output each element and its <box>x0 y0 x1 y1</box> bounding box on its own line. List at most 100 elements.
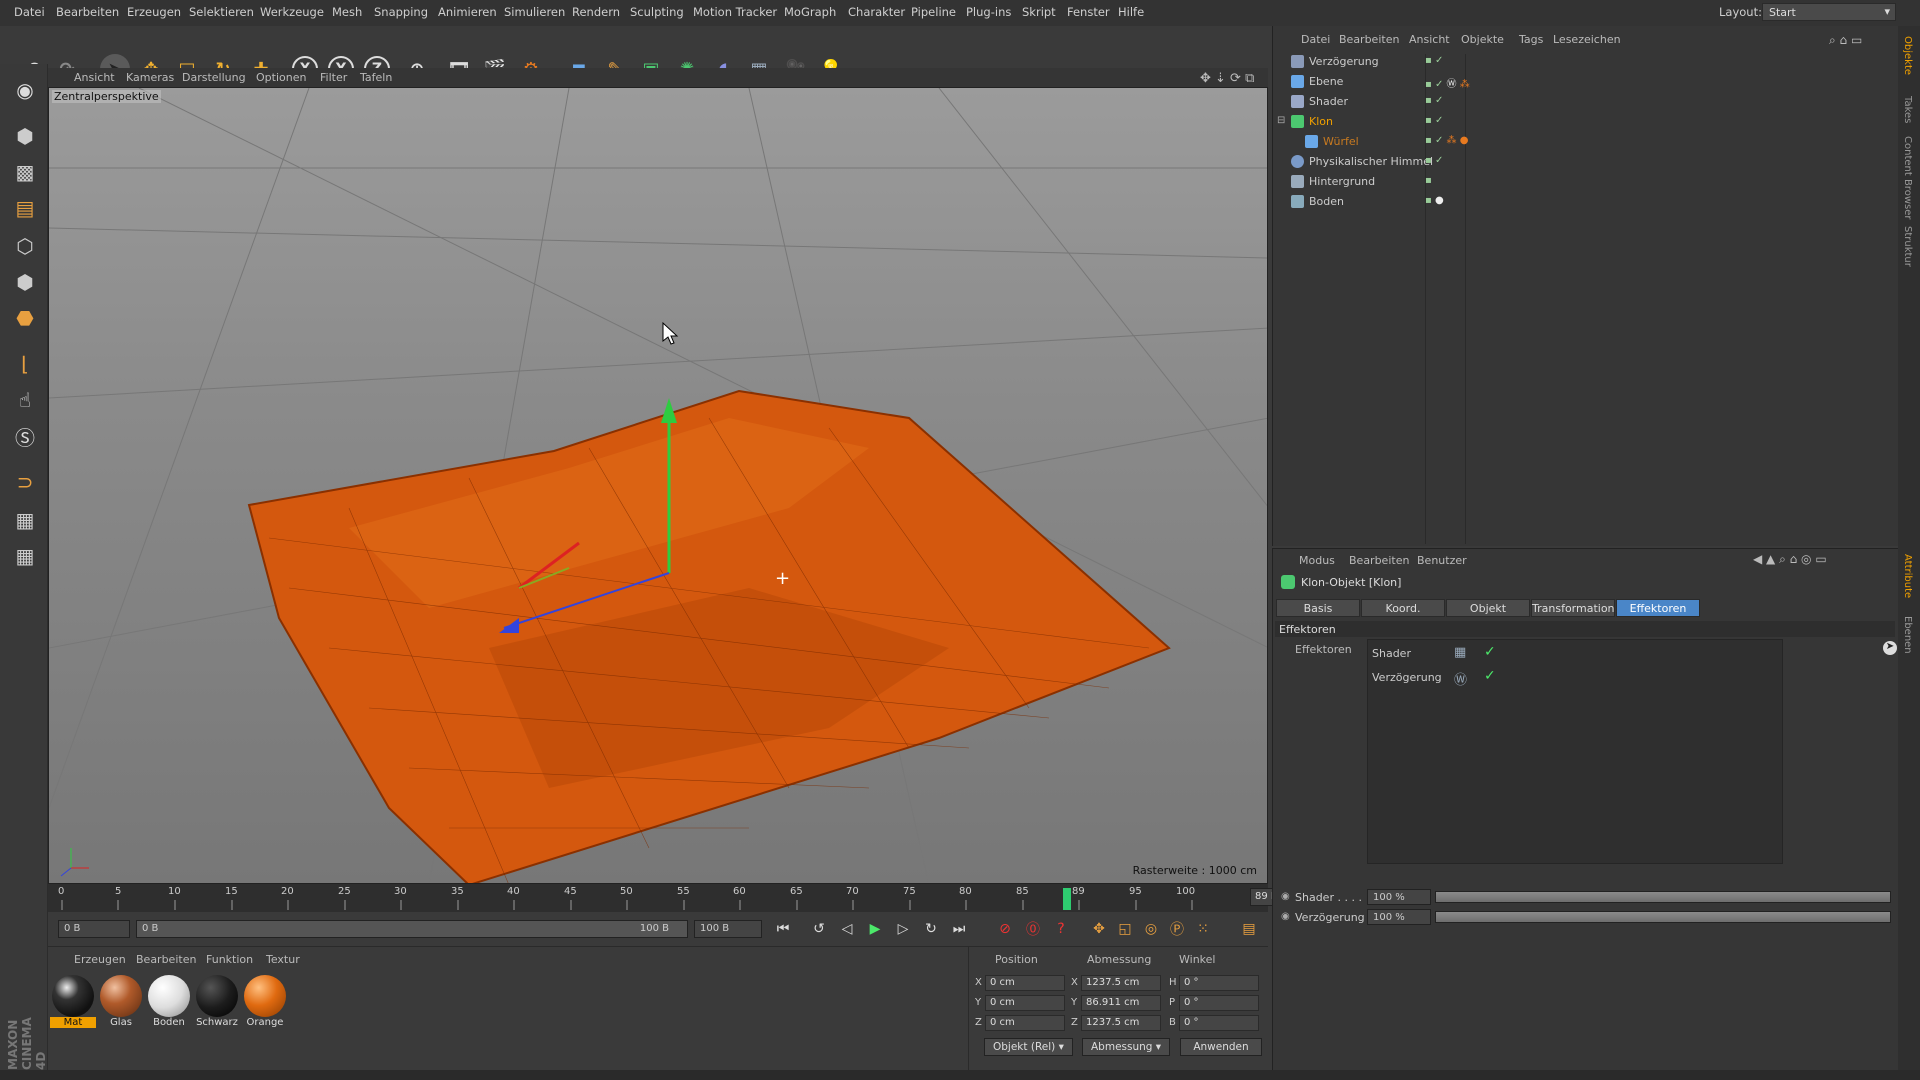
mat-menu-erzeugen[interactable]: Erzeugen <box>74 953 126 966</box>
key-position-icon[interactable]: ✥ <box>1088 918 1110 940</box>
strength-field-shader[interactable]: 100 % <box>1367 889 1431 905</box>
tab-basis[interactable]: Basis <box>1276 599 1360 617</box>
size-y-field[interactable]: 86.911 cm <box>1081 995 1161 1011</box>
object-row-verzoegerung[interactable]: Verzögerung ▪ ✓ <box>1275 52 1895 71</box>
tweak-icon[interactable]: ☝ <box>8 384 42 416</box>
size-z-field[interactable]: 1237.5 cm <box>1081 1015 1161 1031</box>
layout-select[interactable]: Start <box>1762 3 1896 21</box>
om-menu-tags[interactable]: Tags <box>1519 33 1543 46</box>
record-icon[interactable]: ⊘ <box>994 918 1016 940</box>
keyframe-toggle-icon[interactable]: ◉ <box>1281 911 1290 922</box>
timeline-window-icon[interactable]: ▤ <box>1238 918 1260 940</box>
attr-menu-modus[interactable]: Modus <box>1299 554 1335 567</box>
pos-x-field[interactable]: 0 cm <box>985 975 1065 991</box>
polygons-mode-icon[interactable]: ⬣ <box>8 302 42 334</box>
vp-menu-ansicht[interactable]: Ansicht <box>74 71 115 84</box>
material-swatch[interactable]: Schwarz <box>194 973 240 1029</box>
object-row-klon[interactable]: ⊟ Klon ▪ ✓ <box>1275 112 1895 131</box>
pos-y-field[interactable]: 0 cm <box>985 995 1065 1011</box>
workplane-lock-icon[interactable]: ▦ <box>8 504 42 536</box>
menu-snapping[interactable]: Snapping <box>374 5 428 19</box>
goto-start-icon[interactable]: ⏮ <box>772 918 794 940</box>
material-swatch[interactable]: Boden <box>146 973 192 1029</box>
tab-objekt[interactable]: Objekt <box>1446 599 1530 617</box>
vp-menu-kameras[interactable]: Kameras <box>126 71 174 84</box>
edges-mode-icon[interactable]: ⬢ <box>8 266 42 298</box>
object-row-ebene[interactable]: Ebene ▪ ✓ Ⓦ ⁂ <box>1275 72 1895 91</box>
menu-pipeline[interactable]: Pipeline <box>911 5 956 19</box>
keyframe-toggle-icon[interactable]: ◉ <box>1281 891 1290 902</box>
object-row-himmel[interactable]: Physikalischer Himmel ▪ ✓ <box>1275 152 1895 171</box>
playhead[interactable] <box>1063 888 1071 910</box>
checkmark-icon[interactable]: ✓ <box>1484 668 1496 684</box>
om-search-icon[interactable]: ⌕ ⌂ ▭ <box>1829 33 1862 48</box>
menu-charakter[interactable]: Charakter <box>848 5 905 19</box>
vp-menu-darstellung[interactable]: Darstellung <box>182 71 246 84</box>
mat-menu-textur[interactable]: Textur <box>266 953 300 966</box>
next-key-icon[interactable]: ↻ <box>920 918 942 940</box>
menu-simulieren[interactable]: Simulieren <box>504 5 565 19</box>
menu-mesh[interactable]: Mesh <box>332 5 362 19</box>
next-frame-icon[interactable]: ▷ <box>892 918 914 940</box>
keyframe-selection-icon[interactable]: ? <box>1050 918 1072 940</box>
menu-rendern[interactable]: Rendern <box>572 5 620 19</box>
material-swatch[interactable]: Mat <box>50 973 96 1029</box>
object-row-hintergrund[interactable]: Hintergrund ▪ <box>1275 172 1895 191</box>
visibility-flags[interactable]: ▪ ✓ Ⓦ ⁂ <box>1425 75 1470 90</box>
checkmark-icon[interactable]: ✓ <box>1484 644 1496 660</box>
vp-menu-optionen[interactable]: Optionen <box>256 71 306 84</box>
menu-hilfe[interactable]: Hilfe <box>1118 5 1144 19</box>
viewport-nav-icons[interactable]: ✥ ⇣ ⟳ ⧉ <box>1200 71 1254 86</box>
object-row-boden[interactable]: Boden ▪ ● <box>1275 192 1895 211</box>
visibility-flags[interactable]: ▪ ● <box>1425 195 1444 206</box>
angle-h-field[interactable]: 0 ° <box>1179 975 1259 991</box>
om-menu-ansicht[interactable]: Ansicht <box>1409 33 1450 46</box>
menu-selektieren[interactable]: Selektieren <box>189 5 254 19</box>
start-frame-field[interactable]: 0 B <box>58 920 130 938</box>
workplane-icon[interactable]: ▤ <box>8 192 42 224</box>
goto-end-icon[interactable]: ⏭ <box>948 918 970 940</box>
3d-viewport[interactable]: + Zentralperspektive Rasterweite : 1000 … <box>48 87 1268 884</box>
tab-transformation[interactable]: Transformation <box>1531 599 1615 617</box>
menu-fenster[interactable]: Fenster <box>1067 5 1110 19</box>
pick-icon[interactable]: ➤ <box>1883 641 1897 655</box>
axis-mode-icon[interactable]: ⌊ <box>8 348 42 380</box>
auto-key-icon[interactable]: ⓪ <box>1022 918 1044 940</box>
play-icon[interactable]: ▶ <box>864 918 886 940</box>
key-pla-icon[interactable]: ⁙ <box>1192 918 1214 940</box>
snap-icon[interactable]: Ⓢ <box>8 420 42 452</box>
strength-slider-delay[interactable] <box>1435 911 1891 923</box>
view-icon[interactable]: ◉ <box>8 74 42 106</box>
attr-nav-icons[interactable]: ◀ ▲ ⌕ ⌂ ◎ ▭ <box>1753 552 1827 567</box>
tab-takes[interactable]: Takes <box>1902 96 1913 123</box>
menu-skript[interactable]: Skript <box>1022 5 1056 19</box>
menu-datei[interactable]: Datei <box>14 5 45 19</box>
coord-mode-select[interactable]: Objekt (Rel) ▾ <box>984 1038 1073 1056</box>
visibility-flags[interactable]: ▪ ✓ <box>1425 155 1443 166</box>
grid-snap-icon[interactable]: ▦ <box>8 540 42 572</box>
key-parameter-icon[interactable]: Ⓟ <box>1166 918 1188 940</box>
menu-plugins[interactable]: Plug-ins <box>966 5 1011 19</box>
strength-field-delay[interactable]: 100 % <box>1367 909 1431 925</box>
om-menu-datei[interactable]: Datei <box>1301 33 1330 46</box>
menu-animieren[interactable]: Animieren <box>438 5 497 19</box>
tab-content-browser[interactable]: Content Browser <box>1902 136 1913 219</box>
menu-mograph[interactable]: MoGraph <box>784 5 836 19</box>
magnet-icon[interactable]: ⊃ <box>8 466 42 498</box>
previous-key-icon[interactable]: ↺ <box>808 918 830 940</box>
end-frame-field[interactable]: 100 B <box>694 920 762 938</box>
previous-frame-icon[interactable]: ◁ <box>836 918 858 940</box>
y-axis-arrow[interactable] <box>661 398 677 423</box>
menu-motion-tracker[interactable]: Motion Tracker <box>693 5 777 19</box>
tab-struktur[interactable]: Struktur <box>1902 226 1913 267</box>
attr-menu-benutzer[interactable]: Benutzer <box>1417 554 1467 567</box>
om-menu-bearbeiten[interactable]: Bearbeiten <box>1339 33 1399 46</box>
tab-effektoren[interactable]: Effektoren <box>1616 599 1700 617</box>
pos-z-field[interactable]: 0 cm <box>985 1015 1065 1031</box>
tab-objekte[interactable]: Objekte <box>1902 36 1913 75</box>
om-menu-objekte[interactable]: Objekte <box>1461 33 1504 46</box>
object-row-shader[interactable]: Shader ▪ ✓ <box>1275 92 1895 111</box>
apply-button[interactable]: Anwenden <box>1180 1038 1262 1056</box>
effectors-list[interactable]: Shader ▦ ✓ Verzögerung Ⓦ ✓ <box>1367 639 1783 864</box>
menu-bearbeiten[interactable]: Bearbeiten <box>56 5 119 19</box>
